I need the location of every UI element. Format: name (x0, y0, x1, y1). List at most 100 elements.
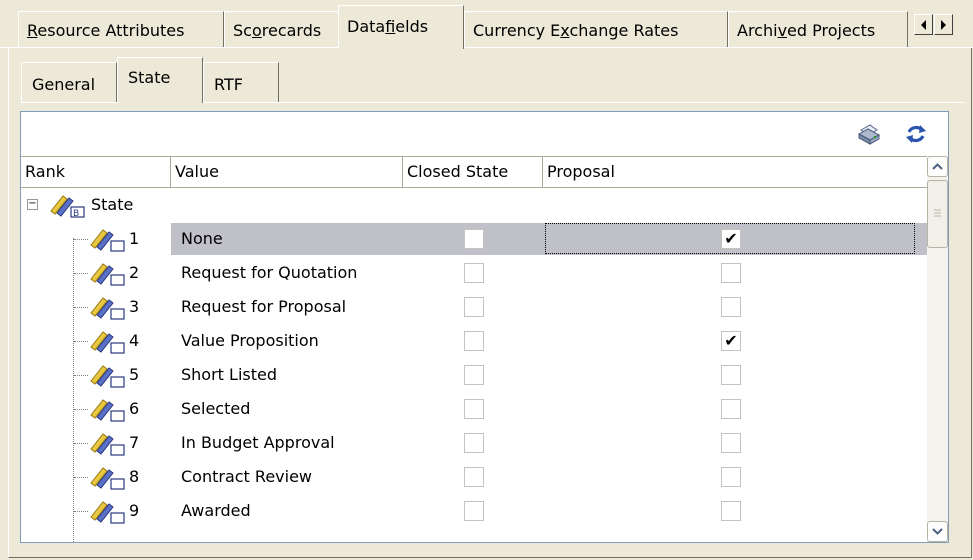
subtab-rtf[interactable]: RTF (203, 62, 279, 102)
state-grid: Rank Value Closed State Proposal − B Sta… (21, 156, 927, 542)
closed-state-checkbox[interactable] (464, 467, 484, 487)
rank-cell: 6 (129, 399, 140, 418)
tab-label: recards (261, 21, 322, 40)
state-item-icon (90, 501, 125, 524)
proposal-checkbox[interactable] (721, 399, 741, 419)
state-node-icon: B (50, 195, 85, 219)
closed-state-checkbox[interactable] (464, 399, 484, 419)
scroll-thumb[interactable] (927, 180, 948, 248)
column-header-proposal[interactable]: Proposal (543, 157, 927, 187)
state-item-icon (90, 263, 125, 286)
proposal-checkbox[interactable] (721, 501, 741, 521)
column-header-value[interactable]: Value (171, 157, 403, 187)
grid-header: Rank Value Closed State Proposal (21, 156, 927, 188)
table-row[interactable]: 2 Request for Quotation (21, 256, 927, 290)
closed-state-checkbox[interactable] (464, 433, 484, 453)
vertical-scrollbar[interactable] (927, 156, 948, 542)
proposal-checkbox[interactable] (721, 297, 741, 317)
grip-icon (934, 209, 941, 217)
tab-datafields[interactable]: Datafields (338, 5, 464, 49)
table-row[interactable]: 3 Request for Proposal (21, 290, 927, 324)
subtab-state[interactable]: State (117, 57, 203, 103)
rank-cell: 5 (129, 365, 140, 384)
svg-text:B: B (73, 209, 79, 219)
tree-branch-line (74, 511, 88, 512)
proposal-checkbox[interactable] (721, 467, 741, 487)
arrow-left-icon (921, 19, 926, 30)
tree-branch-line (74, 307, 88, 308)
printer-icon[interactable] (855, 121, 881, 147)
value-cell[interactable]: Request for Quotation (181, 256, 357, 290)
rank-cell: 2 (129, 263, 140, 282)
value-cell[interactable]: None (181, 222, 223, 256)
tab-label: Data (347, 17, 386, 36)
scroll-up-button[interactable] (927, 156, 948, 177)
tab-label-mnemonic: o (251, 21, 262, 40)
column-header-rank[interactable]: Rank (21, 157, 171, 187)
table-row[interactable]: 5 Short Listed (21, 358, 927, 392)
table-row[interactable]: 4 Value Proposition ✔ (21, 324, 927, 358)
subtab-general[interactable]: General (21, 62, 117, 102)
tab-label: change Rates (569, 21, 679, 40)
chevron-down-icon (932, 528, 943, 535)
value-cell[interactable]: Value Proposition (181, 324, 319, 358)
closed-state-checkbox[interactable] (464, 297, 484, 317)
tree-branch-line (74, 273, 88, 274)
tree-branch-line (74, 375, 88, 376)
tab-label-mnemonic: f (385, 17, 396, 36)
tab-label-mnemonic: v (777, 21, 788, 40)
proposal-checkbox[interactable]: ✔ (721, 331, 741, 351)
tab-scroll-left-button[interactable] (914, 14, 933, 35)
chevron-up-icon (932, 163, 943, 170)
arrow-right-icon (941, 19, 946, 30)
tab-label: ields (395, 17, 429, 36)
proposal-checkbox[interactable] (721, 433, 741, 453)
tree-branch-line (74, 443, 88, 444)
tab-label: esource Attributes (37, 21, 185, 40)
table-row[interactable]: 6 Selected (21, 392, 927, 426)
state-item-icon (90, 399, 125, 422)
rank-cell: 4 (129, 331, 140, 350)
subtab-label: State (128, 68, 171, 87)
tree-branch-line (74, 239, 88, 240)
closed-state-checkbox[interactable] (464, 331, 484, 351)
proposal-checkbox[interactable] (721, 263, 741, 283)
state-item-icon (90, 331, 125, 354)
table-row[interactable]: 1 None ✔ (21, 222, 927, 256)
tab-scorecards[interactable]: Scorecards (224, 11, 340, 47)
tab-label: Currency E (473, 21, 561, 40)
tab-resource-attributes[interactable]: Resource Attributes (18, 11, 224, 47)
tab-scroll-right-button[interactable] (934, 14, 953, 35)
value-cell[interactable]: Awarded (181, 494, 251, 528)
closed-state-checkbox[interactable] (464, 365, 484, 385)
proposal-checkbox[interactable]: ✔ (721, 229, 741, 249)
tree-root-row[interactable]: − B State (21, 188, 927, 222)
tab-label: ed Projects (787, 21, 876, 40)
tree-root-label: State (91, 195, 134, 214)
state-item-icon (90, 229, 125, 252)
table-row[interactable]: 8 Contract Review (21, 460, 927, 494)
tree-branch-line (74, 477, 88, 478)
tree-branch-line (74, 409, 88, 410)
closed-state-checkbox[interactable] (464, 501, 484, 521)
refresh-icon[interactable] (903, 121, 929, 147)
closed-state-checkbox[interactable] (464, 263, 484, 283)
column-header-closed-state[interactable]: Closed State (403, 157, 543, 187)
value-cell[interactable]: Request for Proposal (181, 290, 346, 324)
proposal-checkbox[interactable] (721, 365, 741, 385)
table-row[interactable]: 7 In Budget Approval (21, 426, 927, 460)
value-cell[interactable]: Short Listed (181, 358, 277, 392)
tree-branch-line (74, 341, 88, 342)
closed-state-checkbox[interactable] (464, 229, 484, 249)
rank-cell: 8 (129, 467, 140, 486)
tab-currency-exchange-rates[interactable]: Currency Exchange Rates (464, 11, 728, 47)
collapse-toggle-icon[interactable]: − (27, 199, 38, 210)
tab-archived-projects[interactable]: Archived Projects (728, 11, 908, 47)
value-cell[interactable]: Selected (181, 392, 250, 426)
state-item-icon (90, 467, 125, 490)
rank-cell: 7 (129, 433, 140, 452)
value-cell[interactable]: In Budget Approval (181, 426, 335, 460)
value-cell[interactable]: Contract Review (181, 460, 312, 494)
scroll-down-button[interactable] (927, 521, 948, 542)
table-row[interactable]: 9 Awarded (21, 494, 927, 528)
